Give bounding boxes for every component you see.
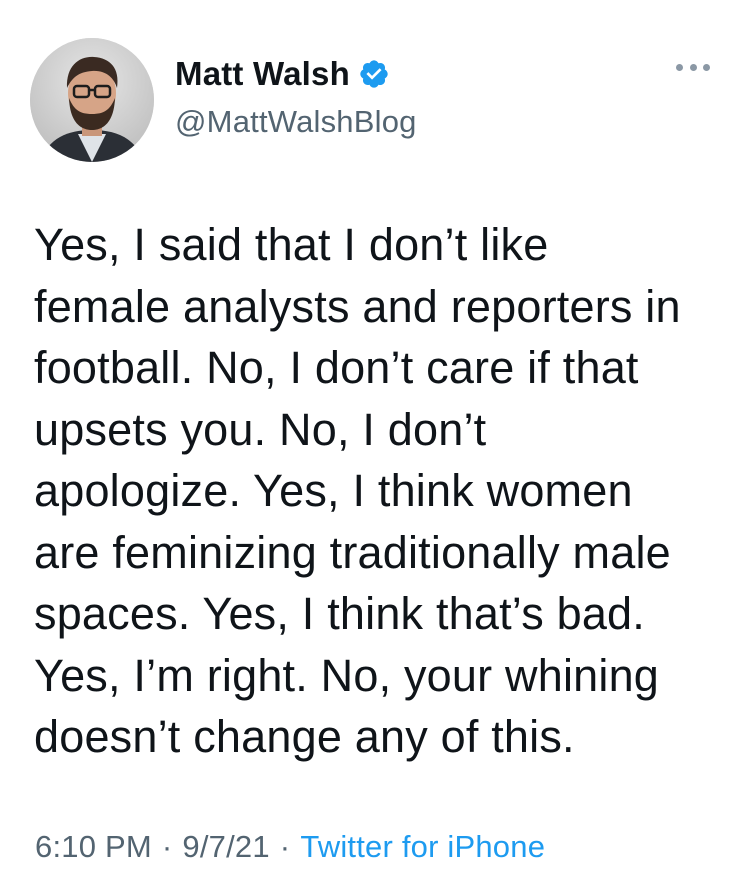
tweet-header: Matt Walsh @MattWalshBlog [30, 38, 710, 168]
dot [676, 63, 683, 71]
tweet-text: Yes, I said that I don’t like female ana… [34, 219, 681, 762]
user-names: Matt Walsh @MattWalshBlog [175, 52, 417, 140]
tweet-time[interactable]: 6:10 PM [35, 829, 152, 864]
verified-badge-icon [358, 58, 390, 90]
meta-separator: · [279, 829, 291, 864]
tweet-date[interactable]: 9/7/21 [182, 829, 269, 864]
avatar[interactable] [30, 38, 154, 162]
meta-separator: · [161, 829, 173, 864]
tweet-source-link[interactable]: Twitter for iPhone [300, 829, 545, 864]
more-options-icon[interactable] [676, 60, 710, 74]
user-handle[interactable]: @MattWalshBlog [175, 104, 417, 140]
display-name[interactable]: Matt Walsh [175, 55, 350, 93]
display-name-row: Matt Walsh [175, 52, 417, 96]
tweet-card: Matt Walsh @MattWalshBlog Yes, I said th… [0, 0, 737, 893]
dot [703, 63, 710, 71]
dot [689, 63, 697, 71]
tweet-meta: 6:10 PM · 9/7/21 · Twitter for iPhone [35, 829, 545, 865]
avatar-photo [30, 38, 154, 162]
